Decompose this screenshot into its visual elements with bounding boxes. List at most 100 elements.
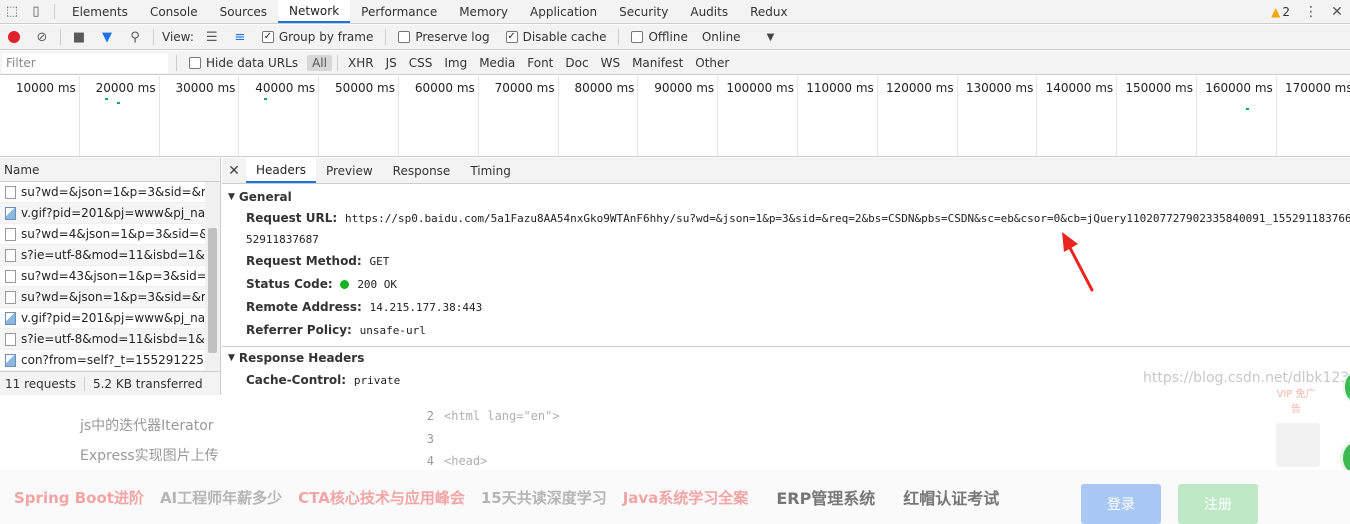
promo-link[interactable]: 15天共读深度学习 (481, 487, 607, 508)
record-button[interactable] (0, 25, 28, 50)
checkbox-unchecked-icon (631, 31, 644, 43)
filter-type-doc[interactable]: Doc (560, 55, 593, 71)
filter-input[interactable] (2, 52, 168, 73)
response-headers-section-header[interactable]: ▼ Response Headers (222, 347, 1350, 369)
device-toolbar-icon[interactable]: ▯ (24, 0, 48, 23)
document-file-icon (5, 248, 16, 262)
promo-link[interactable]: Java系统学习全案 (623, 487, 749, 508)
filter-type-img[interactable]: Img (439, 55, 472, 71)
document-file-icon (5, 332, 16, 346)
filter-type-other[interactable]: Other (690, 55, 734, 71)
details-tab-response[interactable]: Response (383, 158, 461, 183)
name-column-header[interactable]: Name (0, 158, 220, 182)
request-list-scrollbar[interactable] (205, 182, 220, 371)
close-devtools-icon[interactable]: ✕ (1324, 4, 1350, 20)
promo-link[interactable]: Spring Boot进阶 (14, 487, 144, 508)
summary-separator (83, 376, 85, 391)
tab-sources[interactable]: Sources (209, 0, 278, 23)
offline-label: Offline (648, 30, 688, 44)
request-url-value[interactable]: https://sp0.baidu.com/5a1Fazu8AA54nxGko9… (345, 212, 1350, 225)
request-row[interactable]: su?wd=43&json=1&p=3&sid=&re (0, 266, 205, 287)
caret-down-icon: ▼ (228, 353, 235, 363)
clear-button[interactable]: ⊘ (28, 25, 56, 50)
toolbar-separator (618, 29, 620, 45)
request-row[interactable]: s?ie=utf-8&mod=11&isbd=1&isid (0, 329, 205, 350)
article-link[interactable]: Express实现图片上传 (80, 445, 219, 465)
tab-application[interactable]: Application (519, 0, 608, 23)
request-row[interactable]: v.gif?pid=201&pj=www&pj_name (0, 308, 205, 329)
disable-cache-checkbox[interactable]: ✓ Disable cache (498, 30, 615, 44)
referrer-policy-value: unsafe-url (359, 324, 426, 337)
filter-type-xhr[interactable]: XHR (343, 55, 379, 71)
request-url-value-continued[interactable]: 52911837687 (246, 233, 319, 246)
request-row[interactable]: s?ie=utf-8&mod=11&isbd=1&isid (0, 245, 205, 266)
promo-link[interactable]: ERP管理系统 (776, 485, 875, 509)
register-button[interactable]: 注册 (1178, 484, 1258, 524)
vip-ad-badge[interactable]: VIP 免广告 (1272, 385, 1320, 423)
filter-type-js[interactable]: JS (381, 55, 402, 71)
tab-redux[interactable]: Redux (739, 0, 799, 23)
filter-type-ws[interactable]: WS (596, 55, 625, 71)
promo-link[interactable]: 红帽认证考试 (903, 485, 999, 509)
filter-type-css[interactable]: CSS (404, 55, 438, 71)
group-by-frame-checkbox[interactable]: ✓ Group by frame (254, 30, 381, 44)
details-tab-preview[interactable]: Preview (316, 158, 383, 183)
timeline-overview[interactable]: 10000 ms 20000 ms 30000 ms 40000 ms 50000 ms… (0, 76, 1350, 157)
tab-performance[interactable]: Performance (350, 0, 448, 23)
more-options-icon[interactable]: ⋮ (1298, 4, 1324, 20)
filter-icon: ▼ (102, 29, 112, 45)
request-row[interactable]: con?from=self?_t=1552912253146 (0, 350, 205, 371)
article-link[interactable]: js中的迭代器Iterator (80, 415, 214, 435)
tab-audits[interactable]: Audits (679, 0, 739, 23)
request-row[interactable]: su?wd=&json=1&p=3&sid=&req. (0, 182, 205, 203)
warning-icon: ▲ (1271, 5, 1281, 19)
timeline-tick-label: 50000 ms (319, 76, 399, 156)
request-row[interactable]: su?wd=&json=1&p=3&sid=&req. (0, 287, 205, 308)
request-count: 11 requests (5, 376, 76, 391)
tab-console[interactable]: Console (139, 0, 209, 23)
login-button[interactable]: 登录 (1081, 484, 1161, 524)
search-button[interactable]: ⚲ (121, 25, 149, 50)
request-name: con?from=self?_t=1552912253146 (21, 353, 205, 367)
tab-memory[interactable]: Memory (448, 0, 519, 23)
filter-type-all[interactable]: All (307, 54, 332, 71)
name-column-label: Name (4, 162, 40, 177)
filter-type-media[interactable]: Media (474, 55, 520, 71)
hide-data-urls-checkbox[interactable]: Hide data URLs (181, 56, 306, 70)
image-file-icon (5, 353, 16, 367)
timeline-tick-label: 60000 ms (399, 76, 479, 156)
promo-link[interactable]: AI工程师年薪多少 (160, 487, 282, 508)
side-toolbar-icon[interactable] (1276, 423, 1320, 467)
offline-checkbox[interactable]: Offline (623, 30, 695, 44)
promo-link[interactable]: CTA核心技术与应用峰会 (298, 487, 465, 508)
timeline-tick-label: 110000 ms (798, 76, 878, 156)
cache-control-label: Cache-Control: (246, 373, 347, 387)
request-name: su?wd=43&json=1&p=3&sid=&re (21, 269, 205, 283)
image-file-icon (5, 311, 16, 325)
filter-toggle-button[interactable]: ▼ (93, 25, 121, 50)
preserve-log-checkbox[interactable]: Preserve log (390, 30, 497, 44)
request-name: v.gif?pid=201&pj=www&pj_name (21, 311, 205, 325)
overview-button[interactable]: ≡ (226, 25, 254, 50)
tab-elements[interactable]: Elements (61, 0, 139, 23)
tab-security[interactable]: Security (608, 0, 679, 23)
toolbar-separator (153, 29, 154, 45)
throttling-select[interactable]: Online ▼ (696, 30, 780, 44)
warnings-counter[interactable]: ▲ 2 (1263, 5, 1298, 19)
timeline-tick-label: 130000 ms (958, 76, 1038, 156)
scrollbar-thumb[interactable] (208, 228, 217, 353)
capture-screenshots-button[interactable]: ■ (65, 25, 93, 50)
filter-type-manifest[interactable]: Manifest (627, 55, 688, 71)
large-rows-button[interactable]: ☰ (198, 25, 226, 50)
details-tab-timing[interactable]: Timing (460, 158, 521, 183)
request-row[interactable]: v.gif?pid=201&pj=www&pj_name (0, 203, 205, 224)
inspect-element-icon[interactable]: ⬚ (0, 0, 24, 23)
request-row[interactable]: su?wd=4&json=1&p=3&sid=&req (0, 224, 205, 245)
tab-network[interactable]: Network (278, 0, 351, 23)
blog-watermark: https://blog.csdn.net/dlbk123 (1143, 370, 1350, 386)
details-tab-headers[interactable]: Headers (246, 158, 316, 183)
close-details-icon[interactable]: ✕ (222, 158, 246, 183)
filter-type-font[interactable]: Font (522, 55, 558, 71)
resource-type-filters: All XHR JS CSS Img Media Font Doc WS Manifest Othe… (306, 54, 735, 71)
general-section-header[interactable]: ▼ General (222, 186, 1350, 208)
